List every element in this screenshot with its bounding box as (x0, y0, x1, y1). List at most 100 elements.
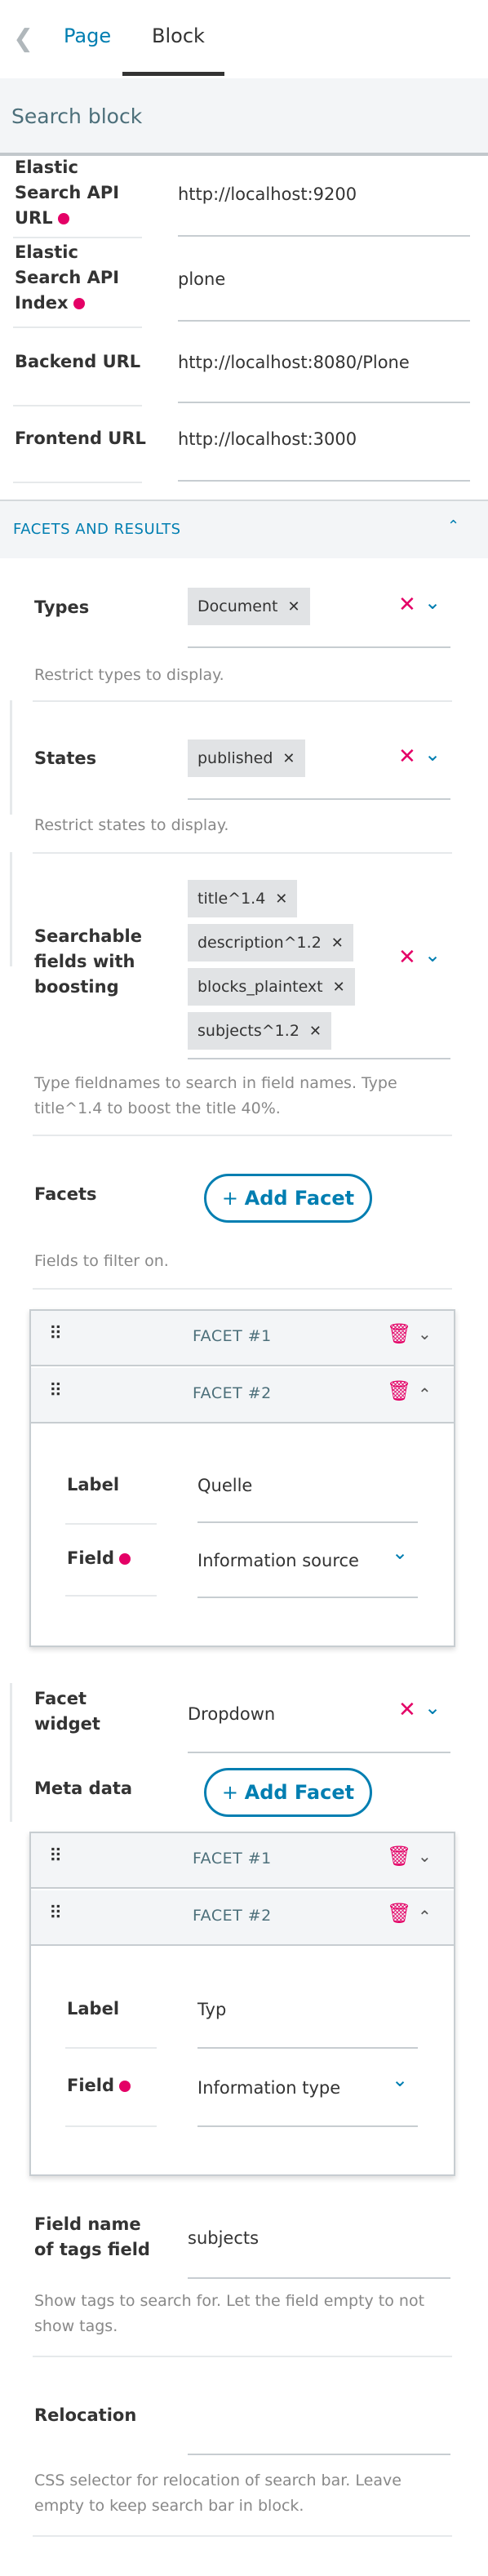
es-index-label-line: Elastic (15, 242, 78, 262)
meta-label-input[interactable]: Typ (197, 2000, 226, 2019)
chevron-down-icon[interactable]: ⌄ (424, 944, 441, 966)
chevron-down-icon[interactable]: ⌄ (392, 2068, 408, 2091)
chevron-down-icon[interactable]: ⌄ (418, 1324, 432, 1344)
add-facet-label: Add Facet (244, 1781, 355, 1804)
field-label-text: Field (67, 1548, 115, 1568)
facet-widget-label: Facet widget (34, 1686, 100, 1737)
chevron-down-icon[interactable]: ⌄ (424, 1696, 441, 1719)
chip-remove-icon[interactable]: ✕ (333, 979, 345, 996)
divider (65, 2125, 157, 2127)
chevron-down-icon[interactable]: ⌄ (424, 591, 441, 614)
divider (65, 1595, 157, 1597)
clear-icon[interactable]: ✕ (398, 744, 416, 769)
help-line: title^1.4 to boost the title 40%. (34, 1099, 281, 1117)
chip-remove-icon[interactable]: ✕ (331, 935, 344, 952)
searchable-label-line: fields with (34, 952, 135, 971)
es-index-label: Elastic Search API Index (15, 240, 137, 316)
facet-widget-select[interactable]: Dropdown (188, 1704, 275, 1724)
es-url-label-line: Elastic (15, 158, 78, 177)
required-dot-icon (119, 1553, 131, 1565)
meta-data-label: Meta data (34, 1779, 133, 1798)
help-line: empty to keep search bar in block. (34, 2497, 304, 2515)
divider (13, 482, 142, 483)
backend-url-label: Backend URL (15, 352, 141, 371)
chevron-up-icon[interactable]: ⌃ (418, 1384, 432, 1404)
divider (13, 326, 142, 328)
relocation-help: CSS selector for relocation of search ba… (34, 2468, 401, 2519)
tags-field-input[interactable]: subjects (188, 2228, 259, 2248)
meta-label-underline (197, 2047, 418, 2049)
plus-icon: + (221, 1187, 245, 1210)
chevron-down-icon[interactable]: ⌄ (424, 743, 441, 766)
chip-remove-icon[interactable]: ✕ (275, 890, 287, 908)
divider (65, 2047, 157, 2049)
chip-title: title^1.4 ✕ (188, 880, 298, 917)
trash-icon[interactable]: 🗑 (387, 1902, 411, 1925)
es-url-input[interactable]: http://localhost:9200 (178, 184, 357, 204)
drag-handle-icon[interactable]: ⠿ (49, 1381, 62, 1401)
required-dot-icon (73, 298, 85, 309)
facet-label-underline (197, 1521, 418, 1523)
chip-document: Document ✕ (188, 588, 310, 625)
chevron-left-icon[interactable]: ❮ (13, 24, 33, 53)
chip-published: published ✕ (188, 739, 305, 777)
es-url-label: Elastic Search API URL (15, 155, 137, 231)
searchable-label-line: boosting (34, 977, 119, 997)
chip-remove-icon[interactable]: ✕ (287, 598, 299, 615)
help-line: Type fieldnames to search in field names… (34, 1074, 397, 1092)
facet-item-title: FACET #1 (193, 1327, 272, 1345)
tags-field-help: Show tags to search for. Let the field e… (34, 2289, 424, 2339)
trash-icon[interactable]: 🗑 (387, 1322, 411, 1345)
drag-handle-icon[interactable]: ⠿ (49, 1324, 62, 1344)
facet-widget-underline (188, 1752, 450, 1753)
facet-item-title: FACET #2 (193, 1384, 272, 1402)
relocation-label: Relocation (34, 2405, 137, 2425)
tags-field-underline (188, 2277, 450, 2279)
trash-icon[interactable]: 🗑 (387, 1379, 411, 1402)
types-label: Types (34, 597, 90, 617)
trash-icon[interactable]: 🗑 (387, 1845, 411, 1868)
meta-label-label: Label (67, 1999, 120, 2019)
frontend-url-input[interactable]: http://localhost:3000 (178, 429, 357, 449)
meta-field-select[interactable]: Information type (197, 2078, 340, 2098)
drag-handle-icon[interactable]: ⠿ (49, 1846, 62, 1867)
facet-field-label: Field (67, 1546, 131, 1571)
clear-icon[interactable]: ✕ (398, 593, 416, 617)
add-meta-facet-button[interactable]: + Add Facet (204, 1768, 372, 1817)
chevron-up-icon[interactable]: ⌃ (447, 517, 459, 535)
sidebar-tabs: ❮ Page Block (0, 0, 488, 78)
chip-label: title^1.4 (197, 890, 266, 908)
divider (33, 2356, 452, 2357)
add-facet-button[interactable]: + Add Facet (204, 1174, 372, 1223)
facet-label-input[interactable]: Quelle (197, 1476, 252, 1495)
chevron-down-icon[interactable]: ⌄ (392, 1541, 408, 1564)
chevron-down-icon[interactable]: ⌄ (418, 1846, 432, 1866)
es-index-label-line: Index (15, 293, 69, 313)
divider (33, 1135, 452, 1136)
chip-description: description^1.2 ✕ (188, 924, 353, 962)
meta-field-label: Field (67, 2073, 131, 2099)
es-url-underline (178, 235, 470, 237)
facet-field-select[interactable]: Information source (197, 1551, 359, 1570)
backend-url-input[interactable]: http://localhost:8080/Plone (178, 353, 410, 372)
chevron-up-icon[interactable]: ⌃ (418, 1907, 432, 1926)
es-index-label-line: Search API (15, 268, 120, 287)
help-line: show tags. (34, 2317, 118, 2335)
chip-label: published (197, 749, 273, 767)
divider (13, 405, 142, 406)
clear-icon[interactable]: ✕ (398, 1698, 416, 1722)
searchable-help: Type fieldnames to search in field names… (34, 1071, 397, 1121)
divider (33, 700, 452, 702)
tab-page[interactable]: Page (64, 24, 111, 47)
searchable-label: Searchable fields with boosting (34, 924, 142, 1000)
chip-remove-icon[interactable]: ✕ (282, 750, 295, 767)
drag-handle-icon[interactable]: ⠿ (49, 1903, 62, 1924)
tab-block[interactable]: Block (152, 24, 205, 47)
facet-widget-label-line: widget (34, 1714, 100, 1734)
es-index-input[interactable]: plone (178, 269, 225, 289)
block-title: Search block (11, 104, 143, 128)
clear-icon[interactable]: ✕ (398, 945, 416, 970)
field-label-text: Field (67, 2076, 115, 2095)
searchable-label-line: Searchable (34, 926, 142, 946)
chip-remove-icon[interactable]: ✕ (309, 1023, 322, 1040)
